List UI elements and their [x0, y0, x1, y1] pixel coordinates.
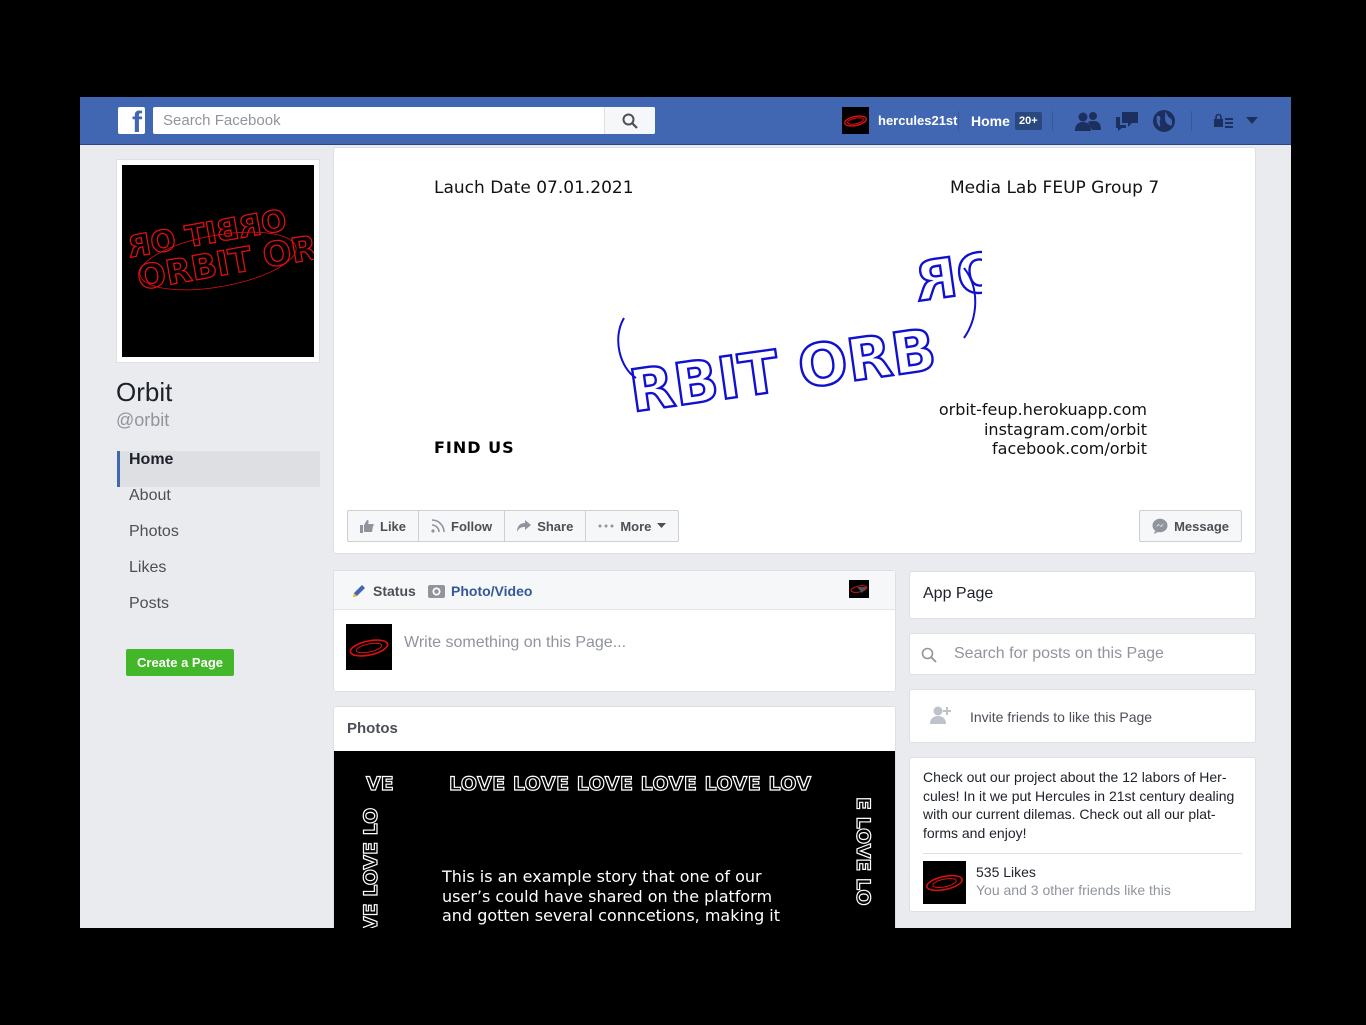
tab-photo-label: Photo/Video	[451, 582, 533, 599]
search-icon	[622, 113, 638, 129]
page-username: @orbit	[116, 410, 170, 430]
love-text-right: E LOVE LO	[851, 796, 874, 906]
create-page-button[interactable]: Create a Page	[126, 649, 234, 676]
facebook-logo-icon[interactable]: f	[118, 107, 145, 134]
sidebar-item-likes[interactable]: Likes	[117, 559, 320, 595]
message-label: Message	[1174, 518, 1229, 534]
message-button[interactable]: Message	[1139, 510, 1242, 542]
share-label: Share	[537, 518, 574, 534]
website-link: orbit-feup.herokuapp.com	[938, 400, 1147, 419]
page-profile-picture[interactable]: ORBIT ORBI ORBIT OR	[116, 159, 320, 363]
divider	[958, 111, 959, 131]
camera-icon	[428, 585, 445, 598]
divider	[1191, 111, 1192, 131]
user-avatar[interactable]	[842, 107, 869, 134]
follow-button[interactable]: Follow	[419, 511, 506, 541]
composer-avatar	[346, 624, 392, 670]
account-menu-chevron-down-icon[interactable]	[1244, 108, 1260, 134]
chevron-down-icon	[657, 523, 667, 528]
instagram-link: instagram.com/orbit	[983, 419, 1147, 439]
find-us-heading: FIND US	[434, 438, 515, 457]
orbit-logo-icon: ORBIT ORBI ORBIT OR	[124, 202, 314, 298]
page-description: Check out our project about the 12 labor…	[923, 769, 1235, 842]
love-text-corner: VE	[365, 772, 394, 795]
sidebar-item-photos[interactable]: Photos	[117, 523, 320, 559]
friend-requests-icon[interactable]	[1074, 108, 1102, 134]
rss-follow-icon	[431, 519, 445, 533]
tab-status[interactable]: Status	[351, 571, 416, 610]
photos-card: Photos VE LOVE LOVE LOVE LOVE LOVE LOV V…	[333, 706, 896, 928]
post-composer: Status Photo/Video	[333, 570, 896, 692]
orbit-cover-logo-icon: RBIT ORB ORBIT OR	[617, 228, 982, 418]
top-navigation-bar: f hercules21st Home 20+	[80, 97, 1291, 145]
more-label: More	[620, 518, 652, 534]
likes-count[interactable]: 535 Likes	[976, 864, 1036, 880]
privacy-shortcuts-icon[interactable]	[1212, 108, 1236, 134]
more-dots-icon	[598, 524, 614, 528]
search-input[interactable]	[153, 107, 603, 134]
composer-tabs: Status Photo/Video	[334, 571, 895, 610]
sidebar-item-home[interactable]: Home	[117, 451, 320, 487]
sidebar-item-posts[interactable]: Posts	[117, 595, 320, 631]
divider	[923, 853, 1242, 854]
add-friend-icon	[930, 706, 951, 724]
likes-thumbnail	[923, 861, 966, 904]
follow-label: Follow	[451, 518, 493, 534]
like-label: Like	[380, 518, 407, 534]
share-arrow-icon	[517, 520, 532, 532]
page-action-bar: Like Follow Share More	[347, 510, 680, 542]
app-page-card[interactable]: App Page	[909, 571, 1256, 619]
friends-like-text: You and 3 other friends like this	[976, 882, 1171, 898]
story-text: This is an example story that one of our…	[442, 867, 781, 925]
launch-date-text: Lauch Date 07.01.2021	[434, 178, 634, 198]
chevron-down-icon[interactable]	[857, 587, 867, 593]
svg-text:ORBIT OR: ORBIT OR	[911, 228, 982, 314]
app-page-label: App Page	[923, 585, 994, 602]
about-page-card: Check out our project about the 12 labor…	[909, 757, 1256, 912]
notifications-globe-icon[interactable]	[1150, 108, 1178, 134]
thumbs-up-icon	[360, 520, 374, 533]
search-button[interactable]	[604, 107, 655, 134]
home-link[interactable]: Home	[971, 113, 1010, 129]
search-icon	[921, 647, 937, 663]
facebook-link: facebook.com/orbit	[992, 439, 1147, 458]
invite-friends-link[interactable]: Invite friends to like this Page	[970, 709, 1152, 725]
invite-friends-card: Invite friends to like this Page	[909, 689, 1256, 743]
cover-card: Lauch Date 07.01.2021 Media Lab FEUP Gro…	[333, 147, 1256, 554]
tab-photo-video[interactable]: Photo/Video	[428, 571, 532, 610]
love-text-left: VE LOVE LO	[359, 807, 382, 928]
page-sidebar-nav: Home About Photos Likes Posts	[117, 451, 320, 631]
cover-links: orbit-feup.herokuapp.com instagram.com/o…	[939, 400, 1147, 459]
messages-icon[interactable]	[1113, 108, 1141, 134]
love-text-top: LOVE LOVE LOVE LOVE LOVE LOV	[448, 772, 812, 795]
messenger-icon	[1152, 518, 1168, 534]
page-post-search	[909, 633, 1256, 675]
page-search-input[interactable]	[954, 645, 1244, 663]
like-button[interactable]: Like	[348, 511, 420, 541]
sidebar-item-about[interactable]: About	[117, 487, 320, 523]
global-search	[153, 107, 655, 134]
share-button[interactable]: Share	[505, 511, 587, 541]
composer-input[interactable]	[404, 634, 874, 652]
divider	[1052, 111, 1053, 131]
more-button[interactable]: More	[586, 511, 678, 541]
notification-badge: 20+	[1015, 112, 1042, 130]
username-link[interactable]: hercules21st	[878, 113, 958, 128]
svg-text:RBIT ORB: RBIT ORB	[625, 315, 940, 418]
photo-thumbnail[interactable]: VE LOVE LOVE LOVE LOVE LOVE LOV VE LOVE …	[334, 751, 895, 928]
photos-heading[interactable]: Photos	[347, 720, 398, 737]
group-text: Media Lab FEUP Group 7	[950, 178, 1160, 198]
facebook-window: f hercules21st Home 20+	[80, 97, 1291, 928]
pencil-icon	[353, 584, 365, 597]
page-title: Orbit	[116, 377, 173, 407]
tab-status-label: Status	[373, 582, 416, 599]
